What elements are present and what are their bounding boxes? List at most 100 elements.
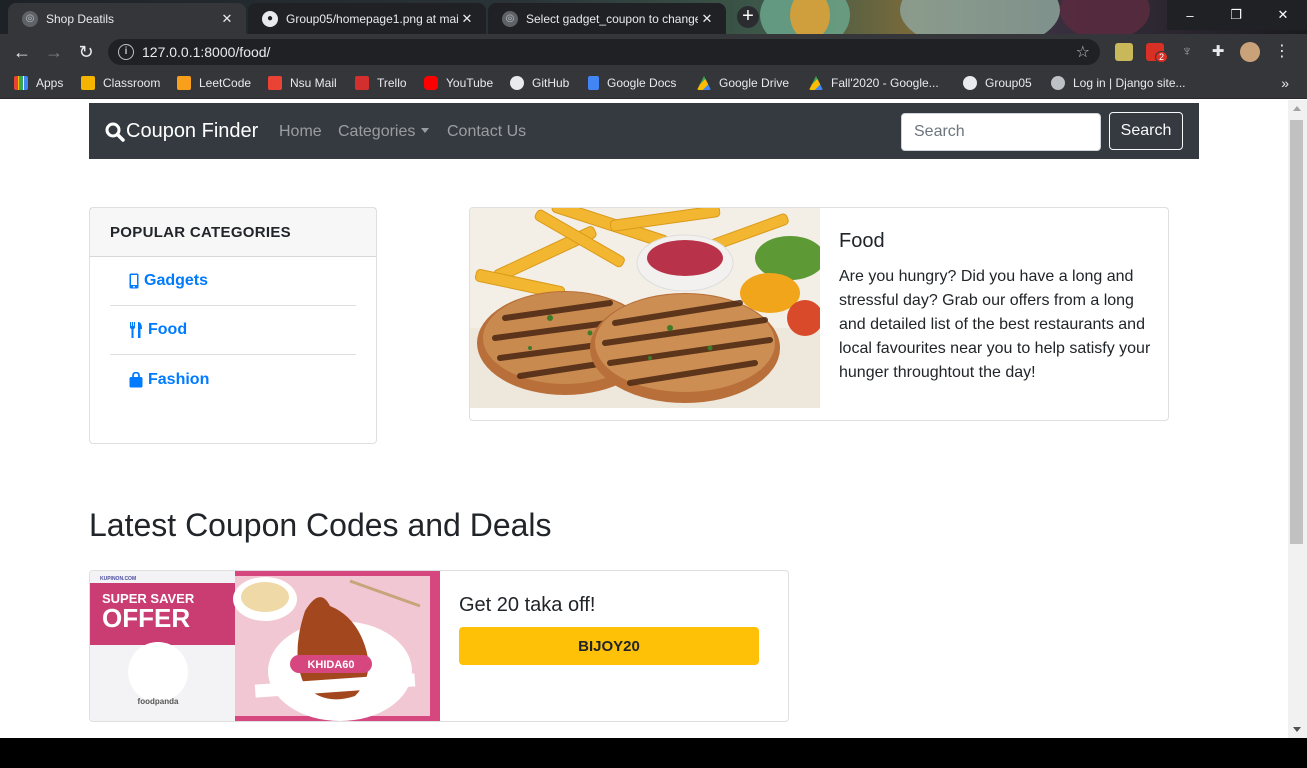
avatar[interactable] (1240, 42, 1260, 62)
site-navbar: Coupon Finder Home Categories Contact Us… (89, 103, 1199, 159)
tab-title: Select gadget_coupon to change (526, 11, 698, 26)
gmail-icon (268, 76, 282, 90)
restore-button[interactable]: ❐ (1213, 0, 1259, 30)
extensions-puzzle-icon[interactable]: ✚ (1209, 43, 1227, 61)
google-drive-icon (809, 76, 823, 90)
google-drive-icon (697, 76, 711, 90)
popular-categories-card: POPULAR CATEGORIES Gadgets Food Fashion (89, 207, 377, 444)
classroom-icon (81, 76, 95, 90)
popular-categories-title: POPULAR CATEGORIES (90, 208, 376, 257)
bookmark-label: Google Drive (719, 76, 790, 90)
utensils-icon (129, 322, 142, 338)
latest-deals-heading: Latest Coupon Codes and Deals (89, 507, 552, 543)
bookmark-github[interactable]: GitHub (510, 76, 569, 90)
reload-icon[interactable]: ↻ (74, 41, 98, 63)
category-description: Are you hungry? Did you have a long and … (839, 268, 1151, 381)
search-input[interactable] (901, 113, 1101, 151)
tab-title: Shop Deatils (46, 11, 115, 26)
bookmark-star-icon[interactable]: ☆ (1076, 42, 1090, 62)
bookmark-youtube[interactable]: YouTube (424, 76, 493, 90)
banner-offer: OFFER (102, 603, 190, 633)
apps-grid-icon (14, 76, 28, 90)
close-tab-icon[interactable]: ✕ (698, 11, 716, 27)
url-text[interactable]: 127.0.0.1:8000/food/ (142, 44, 270, 60)
nav-categories-dropdown[interactable]: Categories (338, 123, 430, 141)
bookmark-fall-2020[interactable]: Fall'2020 - Google... (809, 76, 939, 90)
category-fashion[interactable]: Fashion (110, 355, 356, 404)
globe-icon: ◎ (502, 10, 518, 27)
bookmark-classroom[interactable]: Classroom (81, 76, 160, 90)
gmail-icon[interactable]: 2 (1146, 43, 1169, 63)
wallpaper-decoration (1060, 0, 1150, 34)
browser-toolbar: ← → ↻ i 127.0.0.1:8000/food/ ☆ 2 ♆ ✚ ⋮ (0, 34, 1307, 70)
bookmark-django-login[interactable]: Log in | Django site... (1051, 76, 1186, 90)
close-tab-icon[interactable]: ✕ (218, 11, 236, 27)
tab-django-admin[interactable]: ◎ Select gadget_coupon to change ✕ (488, 3, 726, 34)
globe-icon: ◎ (22, 10, 38, 27)
bookmark-label: Log in | Django site... (1073, 76, 1186, 90)
bookmark-label: Group05 (985, 76, 1032, 90)
bookmark-label: Nsu Mail (290, 76, 337, 90)
tab-github[interactable]: ● Group05/homepage1.png at mai ✕ (248, 3, 486, 34)
minimize-button[interactable]: – (1167, 0, 1213, 30)
caret-down-icon (421, 128, 430, 133)
browser-tab-strip: ◎ Shop Deatils ✕ ● Group05/homepage1.png… (0, 0, 1307, 34)
category-label: Gadgets (144, 272, 209, 289)
bookmark-nsu-mail[interactable]: Nsu Mail (268, 76, 337, 90)
category-gadgets[interactable]: Gadgets (110, 257, 356, 306)
back-icon[interactable]: ← (10, 41, 34, 63)
close-window-button[interactable]: ✕ (1259, 0, 1307, 30)
category-food[interactable]: Food (110, 306, 356, 355)
nav-contact[interactable]: Contact Us (447, 123, 526, 141)
brand-link[interactable]: Coupon Finder (105, 120, 258, 143)
trello-icon (355, 76, 369, 90)
bookmark-google-drive[interactable]: Google Drive (697, 76, 789, 90)
banner-promo: KHIDA60 (307, 659, 354, 671)
site-info-icon[interactable]: i (118, 44, 134, 60)
bookmark-label: Google Docs (607, 76, 677, 90)
menu-dots-icon[interactable]: ⋮ (1273, 43, 1291, 61)
coupon-code-button[interactable]: BIJOY20 (459, 627, 759, 665)
leetcode-icon (177, 76, 191, 90)
page-scrollbar[interactable] (1288, 100, 1307, 738)
wallpaper-decoration (900, 0, 1060, 34)
wallpaper-decoration (790, 0, 830, 34)
bookmark-label: Apps (36, 76, 64, 90)
address-bar[interactable]: i 127.0.0.1:8000/food/ ☆ (108, 39, 1100, 65)
bookmark-apps[interactable]: Apps (14, 76, 63, 90)
youtube-icon (424, 76, 438, 90)
bookmark-google-docs[interactable]: Google Docs (588, 76, 676, 90)
bookmark-label: Classroom (103, 76, 161, 90)
category-label: Fashion (148, 370, 210, 388)
food-image (470, 208, 820, 408)
banner-brand: foodpanda (138, 697, 179, 706)
extension-icon[interactable] (1115, 43, 1133, 61)
coupon-card: KUPINON.COM SUPER SAVER OFFER foodpanda … (89, 570, 789, 722)
nav-home[interactable]: Home (279, 123, 322, 141)
google-docs-icon (588, 76, 599, 90)
more-bookmarks-icon[interactable]: » (1281, 75, 1289, 91)
coupon-title: Get 20 taka off! (459, 594, 596, 616)
bookmark-leetcode[interactable]: LeetCode (177, 76, 251, 90)
notification-badge: 2 (1155, 51, 1169, 63)
bookmark-label: YouTube (446, 76, 494, 90)
shopping-bag-icon (129, 371, 143, 387)
tab-shop-details[interactable]: ◎ Shop Deatils ✕ (8, 3, 246, 34)
bookmark-trello[interactable]: Trello (355, 76, 407, 90)
scroll-up-icon[interactable] (1293, 106, 1301, 111)
search-icon (105, 122, 125, 142)
scroll-down-icon[interactable] (1293, 727, 1301, 732)
nav-categories-label: Categories (338, 123, 416, 140)
new-tab-button[interactable]: + (737, 6, 759, 28)
bookmarks-bar: Apps Classroom LeetCode Nsu Mail Trello … (0, 70, 1307, 99)
close-tab-icon[interactable]: ✕ (458, 11, 476, 27)
microphone-icon[interactable]: ♆ (1178, 43, 1196, 61)
bookmark-group05[interactable]: Group05 (963, 76, 1032, 90)
page-viewport: Coupon Finder Home Categories Contact Us… (0, 100, 1288, 738)
scrollbar-thumb[interactable] (1290, 120, 1303, 544)
search-button[interactable]: Search (1109, 112, 1183, 150)
bookmark-label: Trello (377, 76, 407, 90)
globe-icon (1051, 76, 1065, 90)
category-hero-card: Food Are you hungry? Did you have a long… (469, 207, 1169, 421)
forward-icon[interactable]: → (42, 41, 66, 63)
